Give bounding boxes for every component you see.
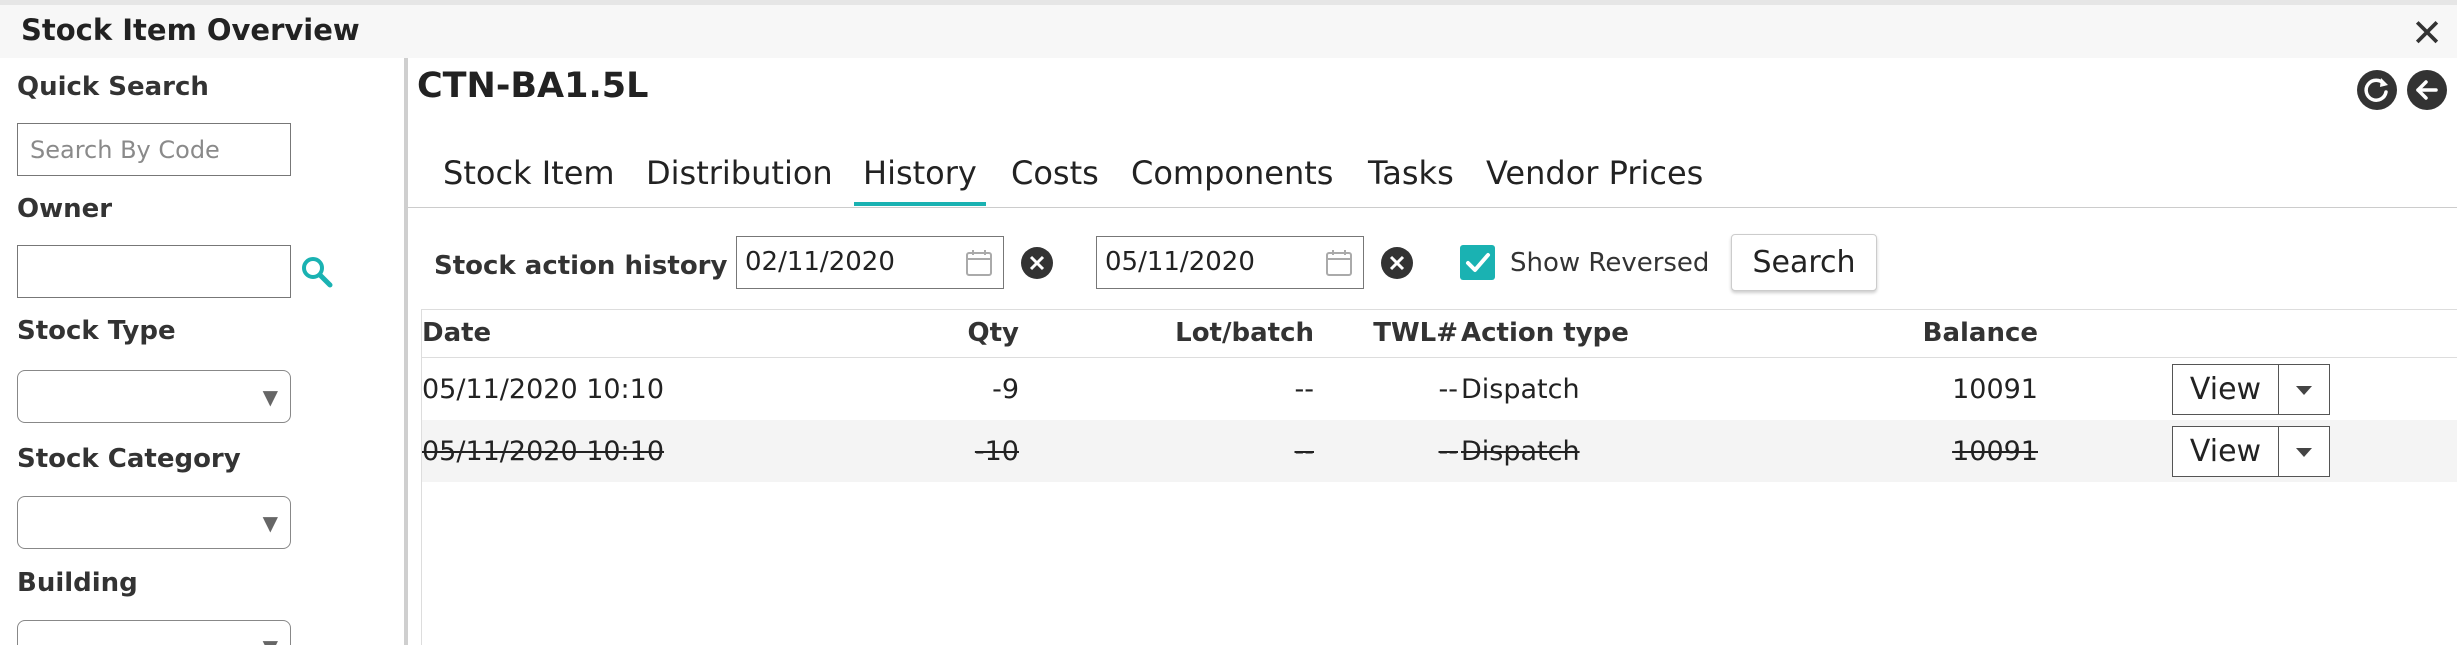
- cell-date: 05/11/2020 10:10: [422, 374, 665, 405]
- main-panel: CTN-BA1.5L Stock Item Distribution Histo…: [408, 58, 2457, 645]
- col-lot-batch: Lot/batch: [1175, 318, 1314, 348]
- tab-stock-item[interactable]: Stock Item: [443, 154, 615, 202]
- cell-twl: --: [1438, 374, 1459, 405]
- tab-vendor-prices[interactable]: Vendor Prices: [1486, 154, 1703, 202]
- row-actions-dropdown[interactable]: [2279, 364, 2330, 415]
- title-bar: Stock Item Overview ✕: [0, 5, 2457, 58]
- refresh-icon[interactable]: [2357, 70, 2397, 110]
- calendar-icon[interactable]: [1325, 249, 1353, 277]
- stock-type-select[interactable]: ▼: [17, 370, 291, 423]
- cell-action-type: Dispatch: [1461, 374, 1580, 405]
- cell-balance: 10091: [1952, 374, 2038, 405]
- col-date: Date: [422, 318, 492, 348]
- search-button[interactable]: Search: [1731, 234, 1877, 291]
- quick-search-input[interactable]: [17, 123, 291, 176]
- col-qty: Qty: [967, 318, 1019, 348]
- checkmark-icon: [1466, 253, 1490, 272]
- date-to-field[interactable]: 05/11/2020: [1096, 236, 1364, 289]
- quick-search-label: Quick Search: [17, 72, 209, 102]
- date-from-value: 02/11/2020: [745, 247, 895, 277]
- date-to-value: 05/11/2020: [1105, 247, 1255, 277]
- cell-lot-batch: --: [1294, 374, 1315, 405]
- building-label: Building: [17, 568, 138, 598]
- caret-down-icon: [2296, 386, 2312, 395]
- col-action-type: Action type: [1461, 318, 1629, 348]
- table-row-reversed[interactable]: 05/11/2020 10:10 -10 -- -- Dispatch 1009…: [422, 420, 2457, 482]
- clear-date-to-icon[interactable]: [1380, 246, 1414, 280]
- tab-tasks[interactable]: Tasks: [1368, 154, 1454, 202]
- cell-balance: 10091: [1952, 436, 2038, 467]
- clear-date-from-icon[interactable]: [1020, 246, 1054, 280]
- search-icon[interactable]: [299, 254, 335, 290]
- caret-down-icon: [2296, 448, 2312, 457]
- col-twl: TWL#: [1373, 318, 1458, 348]
- cell-qty: -9: [992, 374, 1019, 405]
- calendar-icon[interactable]: [965, 249, 993, 277]
- row-actions-dropdown[interactable]: [2279, 426, 2330, 477]
- view-button[interactable]: View: [2172, 426, 2279, 477]
- history-table: Date Qty Lot/batch TWL# Action type Bala…: [421, 309, 2457, 645]
- tab-distribution[interactable]: Distribution: [646, 154, 833, 202]
- window-title: Stock Item Overview: [21, 13, 360, 47]
- col-balance: Balance: [1922, 318, 2038, 348]
- owner-label: Owner: [17, 194, 113, 224]
- table-header: Date Qty Lot/batch TWL# Action type Bala…: [422, 310, 2457, 358]
- back-arrow-icon[interactable]: [2407, 70, 2447, 110]
- cell-action-type: Dispatch: [1461, 436, 1580, 467]
- tab-components[interactable]: Components: [1131, 154, 1333, 202]
- stock-type-label: Stock Type: [17, 316, 176, 346]
- stock-category-select[interactable]: ▼: [17, 496, 291, 549]
- cell-qty: -10: [974, 436, 1019, 467]
- tab-history[interactable]: History: [854, 154, 986, 206]
- date-from-field[interactable]: 02/11/2020: [736, 236, 1004, 289]
- table-row[interactable]: 05/11/2020 10:10 -9 -- -- Dispatch 10091…: [422, 358, 2457, 420]
- show-reversed-checkbox[interactable]: [1460, 245, 1495, 280]
- tab-bar: Stock Item Distribution History Costs Co…: [408, 154, 2457, 208]
- show-reversed-label: Show Reversed: [1510, 248, 1710, 278]
- cell-date: 05/11/2020 10:10: [422, 436, 665, 467]
- dropdown-arrow-icon: ▼: [263, 635, 278, 645]
- dropdown-arrow-icon: ▼: [262, 511, 278, 535]
- tab-costs[interactable]: Costs: [1011, 154, 1099, 202]
- dropdown-arrow-icon: ▼: [262, 385, 278, 409]
- cell-twl: --: [1438, 436, 1459, 467]
- owner-input[interactable]: [17, 245, 291, 298]
- cell-lot-batch: --: [1294, 436, 1315, 467]
- stock-action-history-label: Stock action history: [434, 251, 728, 281]
- close-icon[interactable]: ✕: [2411, 11, 2443, 55]
- view-button[interactable]: View: [2172, 364, 2279, 415]
- building-select[interactable]: ▼: [17, 620, 291, 645]
- filter-sidebar: Quick Search Owner Stock Type ▼ Stock Ca…: [0, 58, 404, 645]
- item-code-title: CTN-BA1.5L: [417, 66, 649, 106]
- stock-category-label: Stock Category: [17, 444, 241, 474]
- history-filters: Stock action history 02/11/2020 05/11/20…: [408, 233, 2457, 303]
